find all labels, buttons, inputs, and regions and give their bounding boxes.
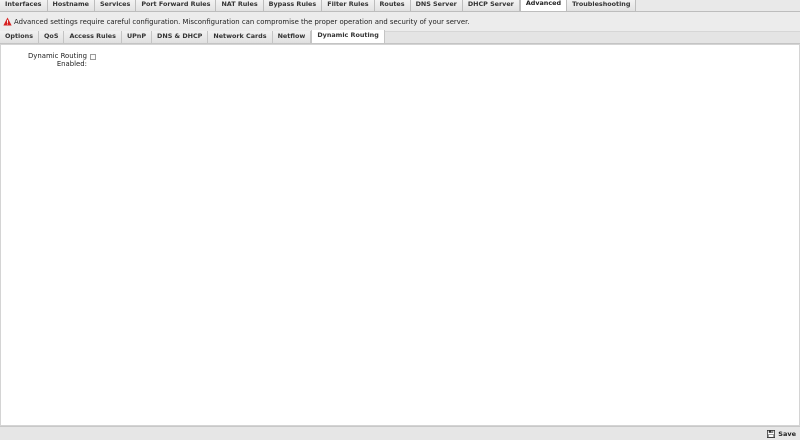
subtab-options[interactable]: Options — [0, 31, 39, 43]
subtab-netflow[interactable]: Netflow — [272, 31, 312, 43]
footer-bar: Save — [0, 426, 800, 440]
tab-troubleshooting[interactable]: Troubleshooting — [567, 0, 637, 11]
settings-panel: Dynamic Routing Enabled: — [0, 44, 800, 426]
tab-dhcp-server[interactable]: DHCP Server — [462, 0, 520, 11]
tab-bypass-rules[interactable]: Bypass Rules — [263, 0, 323, 11]
tab-hostname[interactable]: Hostname — [47, 0, 95, 11]
tab-advanced[interactable]: Advanced — [519, 0, 568, 11]
warning-text: Advanced settings require careful config… — [14, 17, 470, 26]
dynamic-routing-label: Dynamic Routing Enabled: — [28, 52, 87, 68]
subtab-dns-dhcp[interactable]: DNS & DHCP — [152, 31, 209, 43]
save-button[interactable]: Save — [767, 429, 796, 439]
sub-tab-bar: Options QoS Access Rules UPnP DNS & DHCP… — [0, 30, 800, 44]
warning-banner: Advanced settings require careful config… — [0, 12, 800, 32]
save-label: Save — [778, 430, 796, 438]
subtab-dynamic-routing[interactable]: Dynamic Routing — [311, 30, 385, 43]
tab-interfaces[interactable]: Interfaces — [0, 0, 48, 11]
tab-dns-server[interactable]: DNS Server — [410, 0, 463, 11]
subtab-access-rules[interactable]: Access Rules — [64, 31, 122, 43]
tab-services[interactable]: Services — [94, 0, 137, 11]
tab-nat-rules[interactable]: NAT Rules — [216, 0, 264, 11]
tab-filter-rules[interactable]: Filter Rules — [322, 0, 375, 11]
subtab-network-cards[interactable]: Network Cards — [208, 31, 273, 43]
dynamic-routing-row: Dynamic Routing Enabled: — [1, 52, 301, 73]
tab-port-forward-rules[interactable]: Port Forward Rules — [136, 0, 217, 11]
top-tab-bar: Interfaces Hostname Services Port Forwar… — [0, 0, 800, 12]
warning-triangle-icon — [3, 17, 12, 26]
tab-routes[interactable]: Routes — [374, 0, 411, 11]
subtab-upnp[interactable]: UPnP — [121, 31, 153, 43]
dynamic-routing-checkbox[interactable] — [90, 54, 96, 60]
subtab-qos[interactable]: QoS — [39, 31, 65, 43]
floppy-disk-icon — [767, 430, 776, 438]
